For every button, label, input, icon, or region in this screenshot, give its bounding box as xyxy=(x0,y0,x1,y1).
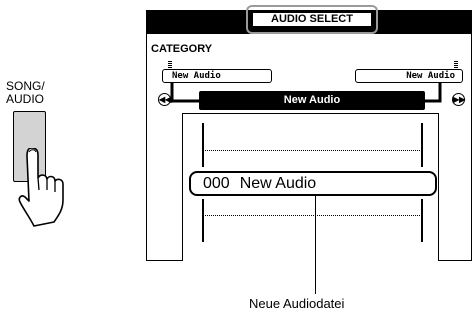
list-right-bar-bottom xyxy=(421,199,423,242)
list-divider-top xyxy=(205,150,420,151)
selected-audio-item[interactable]: 000 New Audio xyxy=(189,171,437,196)
list-left-bar-bottom xyxy=(202,199,204,242)
selected-audio-name: New Audio xyxy=(239,175,317,192)
fast-forward-icon[interactable]: ▶▶ xyxy=(452,93,465,106)
list-divider-bottom xyxy=(205,215,420,216)
rewind-icon[interactable]: ◀◀ xyxy=(158,93,171,106)
list-right-bar-top xyxy=(421,123,423,167)
audio-select-title: AUDIO SELECT xyxy=(252,12,372,27)
current-audio-name: New Audio xyxy=(199,91,425,110)
callout-line xyxy=(315,196,316,294)
selected-audio-number: 000 xyxy=(203,175,230,192)
callout-label: Neue Audiodatei xyxy=(249,296,345,311)
list-left-bar-top xyxy=(202,123,204,167)
